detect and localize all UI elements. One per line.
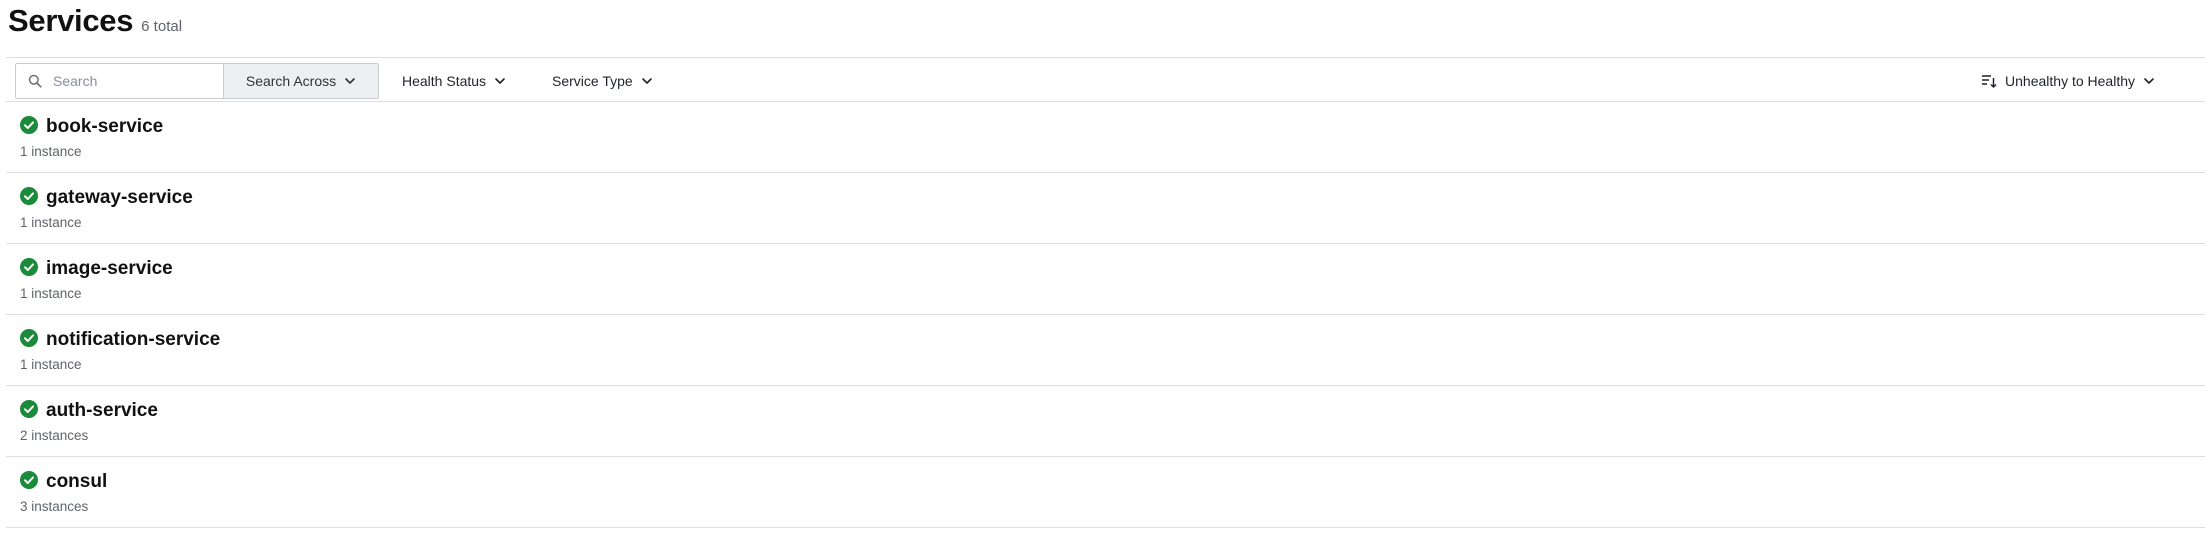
check-circle-icon — [20, 471, 38, 489]
instance-count: 1 instance — [20, 357, 82, 372]
check-circle-icon — [20, 116, 38, 134]
search-icon — [28, 74, 42, 88]
list-item[interactable]: consul 3 instances — [6, 457, 2205, 528]
service-name[interactable]: gateway-service — [46, 186, 193, 210]
instance-count: 1 instance — [20, 286, 82, 301]
search-across-label: Search Across — [245, 73, 337, 89]
search-box[interactable] — [15, 63, 224, 99]
list-item[interactable]: gateway-service 1 instance — [6, 173, 2205, 244]
page-title: Services — [8, 3, 134, 38]
total-count-badge: 6 total — [141, 18, 183, 35]
header-divider — [6, 57, 2205, 58]
chevron-down-icon — [494, 75, 506, 87]
list-item[interactable]: book-service 1 instance — [6, 102, 2205, 173]
list-item[interactable]: notification-service 1 instance — [6, 315, 2205, 386]
search-across-button[interactable]: Search Across — [223, 63, 379, 99]
chevron-down-icon — [2143, 75, 2155, 87]
chevron-down-icon — [641, 75, 653, 87]
service-type-label: Service Type — [552, 73, 633, 89]
list-item[interactable]: image-service 1 instance — [6, 244, 2205, 315]
sort-label: Unhealthy to Healthy — [2005, 73, 2135, 89]
health-status-filter[interactable]: Health Status — [402, 63, 506, 99]
instance-count: 3 instances — [20, 499, 89, 514]
list-item[interactable]: auth-service 2 instances — [6, 386, 2205, 457]
filter-toolbar: Search Across Health Status Service Type — [15, 63, 2205, 99]
service-name[interactable]: notification-service — [46, 328, 220, 352]
instance-count: 1 instance — [20, 215, 82, 230]
check-circle-icon — [20, 258, 38, 276]
search-input[interactable] — [51, 72, 215, 90]
service-name[interactable]: consul — [46, 470, 107, 494]
check-circle-icon — [20, 400, 38, 418]
sort-icon — [1981, 73, 1997, 89]
services-page: Services 6 total Search Across Health St… — [0, 0, 2205, 536]
service-type-filter[interactable]: Service Type — [552, 63, 653, 99]
sort-dropdown[interactable]: Unhealthy to Healthy — [1981, 63, 2155, 99]
chevron-down-icon — [344, 75, 356, 87]
instance-count: 1 instance — [20, 144, 82, 159]
service-list: book-service 1 instance gateway-service … — [6, 102, 2205, 528]
page-header: Services 6 total — [8, 0, 182, 56]
service-name[interactable]: auth-service — [46, 399, 158, 423]
check-circle-icon — [20, 329, 38, 347]
instance-count: 2 instances — [20, 428, 89, 443]
health-status-label: Health Status — [402, 73, 487, 89]
service-name[interactable]: image-service — [46, 257, 173, 281]
service-name[interactable]: book-service — [46, 115, 163, 139]
check-circle-icon — [20, 187, 38, 205]
